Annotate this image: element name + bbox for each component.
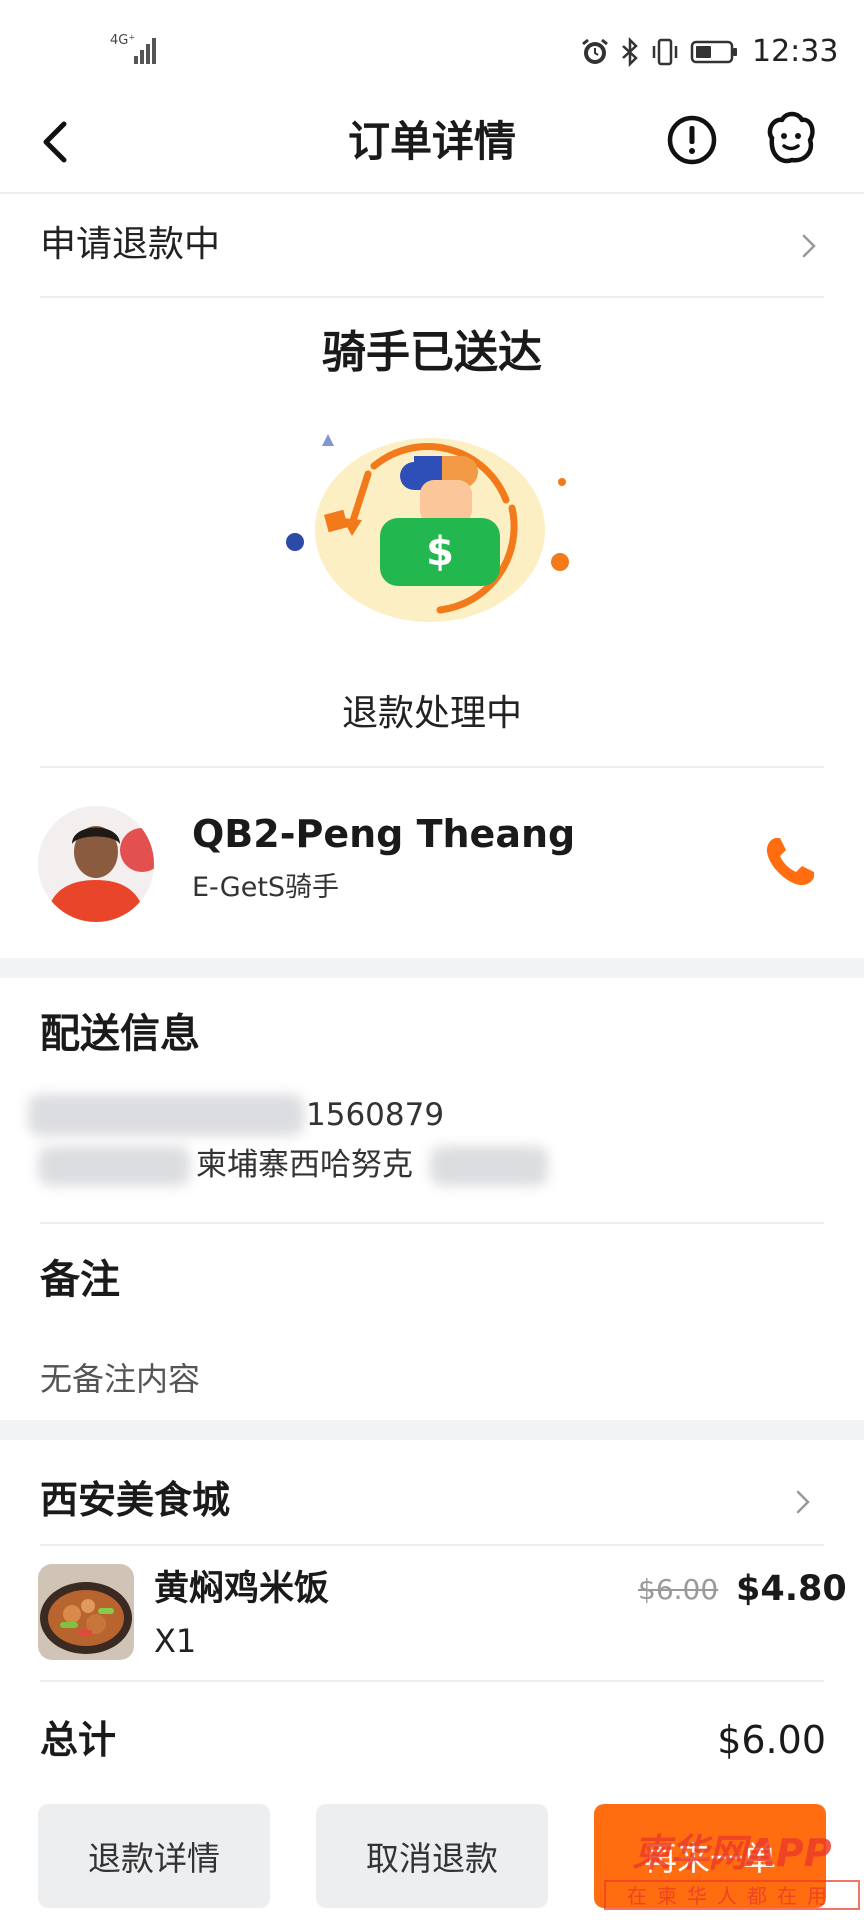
network-indicator: 4G⁺ bbox=[110, 33, 136, 48]
refund-processing-text: 退款处理中 bbox=[341, 693, 522, 734]
customer-service-button[interactable] bbox=[760, 108, 820, 168]
refund-status-label: 申请退款中 bbox=[40, 224, 221, 265]
total-value: $6.00 bbox=[717, 1718, 826, 1762]
chevron-right-icon bbox=[802, 234, 816, 258]
status-bar: 4G⁺ 12:33 bbox=[0, 0, 864, 96]
clock: 12:33 bbox=[752, 34, 839, 69]
svg-text:$: $ bbox=[426, 529, 454, 575]
signal-icon bbox=[134, 38, 156, 64]
total-label: 总计 bbox=[40, 1718, 117, 1762]
call-rider-button[interactable] bbox=[758, 830, 822, 894]
section-separator bbox=[0, 958, 864, 978]
status-icons bbox=[580, 34, 738, 70]
delivery-info-title: 配送信息 bbox=[40, 1011, 200, 1057]
food-name: 黄焖鸡米饭 bbox=[154, 1569, 330, 1609]
delivery-address: 柬埔寨西哈努克 bbox=[196, 1147, 413, 1183]
store-name: 西安美食城 bbox=[40, 1478, 231, 1522]
food-thumbnail bbox=[38, 1564, 134, 1660]
refund-detail-button[interactable]: 退款详情 bbox=[38, 1804, 270, 1908]
page-title: 订单详情 bbox=[347, 117, 516, 166]
remark-title: 备注 bbox=[40, 1257, 120, 1303]
remark-content: 无备注内容 bbox=[40, 1360, 201, 1398]
redacted-address-prefix bbox=[38, 1146, 190, 1186]
redacted-address-suffix bbox=[430, 1146, 548, 1186]
original-price: $6.00 bbox=[638, 1573, 719, 1606]
rider-avatar bbox=[38, 806, 154, 922]
reorder-button[interactable]: 再来一单 bbox=[594, 1804, 826, 1908]
chevron-right-icon bbox=[796, 1490, 810, 1514]
sale-price: $4.80 bbox=[736, 1569, 847, 1609]
refund-illustration: $ bbox=[286, 434, 569, 622]
food-quantity: X1 bbox=[154, 1622, 197, 1660]
redacted-name bbox=[28, 1094, 304, 1136]
divider bbox=[40, 1222, 824, 1224]
report-button[interactable] bbox=[664, 112, 720, 168]
food-photo bbox=[38, 1564, 134, 1660]
alarm-icon bbox=[582, 38, 608, 64]
rider-role: E-GetS骑手 bbox=[192, 872, 340, 903]
divider bbox=[40, 1680, 824, 1682]
rider-photo bbox=[38, 806, 154, 922]
rider-name: QB2-Peng Theang bbox=[192, 812, 576, 856]
divider bbox=[40, 766, 824, 768]
vibrate-icon bbox=[652, 38, 678, 66]
bluetooth-icon bbox=[622, 37, 638, 67]
battery-icon bbox=[690, 40, 737, 64]
refund-status-row[interactable]: 申请退款中 bbox=[40, 196, 824, 298]
cancel-refund-button[interactable]: 取消退款 bbox=[316, 1804, 548, 1908]
order-status-title: 骑手已送达 bbox=[322, 327, 542, 378]
section-separator bbox=[0, 1420, 864, 1440]
store-row[interactable]: 西安美食城 bbox=[40, 1460, 824, 1546]
delivery-phone: 1560879 bbox=[306, 1097, 445, 1133]
